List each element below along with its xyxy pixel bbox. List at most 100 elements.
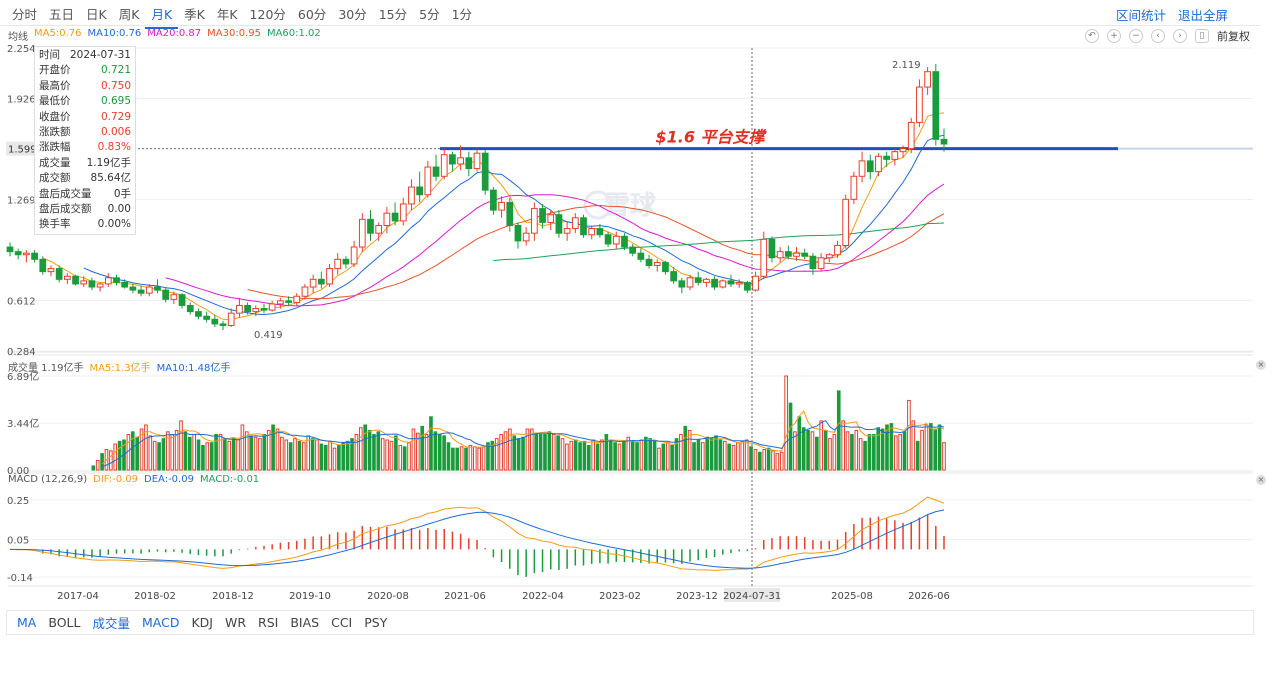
- volume-bar: [889, 423, 894, 471]
- volume-bar: [556, 435, 560, 471]
- volume-bar: [902, 431, 907, 471]
- candle-body: [113, 277, 120, 283]
- candle-body: [662, 261, 669, 273]
- candle-body: [899, 148, 907, 153]
- volume-bar: [551, 434, 556, 471]
- volume-bar: [407, 442, 411, 471]
- candle-body: [154, 286, 161, 291]
- candle-body: [391, 212, 399, 222]
- volume-bar: [464, 447, 468, 471]
- volume-bar: [402, 446, 407, 471]
- macd-legend-title: MACD (12,26,9): [8, 474, 88, 485]
- volume-bar: [661, 443, 666, 471]
- volume-bar: [367, 429, 372, 471]
- volume-bar: [358, 427, 363, 471]
- candle-body: [219, 323, 227, 326]
- indicator-tab[interactable]: WR: [219, 615, 252, 630]
- annotation-text: $1.6 平台支撑: [655, 128, 767, 147]
- volume-bar: [266, 429, 271, 471]
- axis-labels: 2.2541.9261.5991.2690.6120.2846.89亿3.44亿…: [7, 44, 950, 602]
- indicator-tab[interactable]: 成交量: [86, 613, 136, 632]
- indicator-tab[interactable]: MACD: [136, 615, 185, 630]
- info-value: 2024-07-31: [69, 49, 131, 61]
- indicator-tab[interactable]: MA: [11, 615, 42, 630]
- volume-bar: [635, 442, 639, 471]
- volume-bar: [608, 439, 613, 471]
- candle-body: [236, 304, 243, 314]
- volume-bar: [924, 424, 929, 471]
- kline-chart[interactable]: 雪球 $1.6 平台支撑 2.2541.9261.5991.2690.6120.…: [0, 0, 1280, 610]
- volume-bar: [301, 442, 306, 471]
- volume-bar: [249, 435, 253, 471]
- indicator-tab[interactable]: BOLL: [42, 615, 86, 630]
- indicator-tab[interactable]: BIAS: [284, 615, 325, 630]
- volume-bar: [872, 434, 876, 471]
- candle-body: [47, 268, 55, 273]
- candle-body: [481, 152, 489, 191]
- volume-bar: [582, 440, 587, 471]
- volume-bar: [192, 434, 196, 471]
- candle-body: [342, 258, 350, 265]
- info-row: 涨跌额 0.006: [39, 125, 131, 140]
- volume-bar: [626, 436, 631, 471]
- candle-body: [522, 232, 530, 242]
- candle-body: [277, 300, 284, 305]
- volume-bar: [275, 428, 280, 471]
- volume-bar: [109, 450, 113, 471]
- candle-body: [375, 224, 383, 234]
- volume-bar: [179, 420, 183, 471]
- candle-body: [727, 280, 735, 285]
- volume-close-icon[interactable]: ×: [1256, 360, 1266, 370]
- candle-body: [637, 252, 645, 260]
- volume-bar: [372, 434, 376, 471]
- volume-bar: [157, 442, 161, 471]
- volume-bar: [880, 428, 885, 471]
- volume-bar: [630, 440, 635, 471]
- volume-bar: [775, 453, 780, 471]
- candle-body: [866, 160, 874, 173]
- volume-bar: [437, 434, 442, 471]
- volume-bar: [183, 431, 188, 471]
- volume-bar: [516, 438, 521, 471]
- x-tick-label: 2021-06: [444, 591, 486, 602]
- volume-bar: [223, 438, 227, 471]
- candle-body: [399, 203, 407, 222]
- info-label: 开盘价: [39, 64, 71, 77]
- volume-bar: [411, 428, 416, 471]
- candle-body: [621, 235, 628, 248]
- indicator-tab[interactable]: CCI: [325, 615, 358, 630]
- volume-bar: [657, 447, 661, 471]
- info-row: 盘后成交量 0手: [39, 187, 131, 202]
- candle-body: [465, 157, 473, 170]
- candle-body: [268, 303, 276, 311]
- info-value: 0.00%: [97, 218, 131, 231]
- candle-body: [571, 217, 579, 230]
- candle-body: [449, 154, 456, 165]
- volume-bar: [271, 424, 275, 471]
- volume-bar: [429, 416, 433, 471]
- volume-bar: [209, 442, 214, 471]
- volume-bar: [854, 429, 859, 471]
- volume-bar: [258, 438, 262, 471]
- x-tick-label: 2023-02: [599, 591, 641, 602]
- volume-bar: [841, 420, 845, 471]
- volume-bar: [867, 434, 872, 471]
- candle-body: [653, 261, 661, 266]
- volume-bar: [613, 442, 617, 471]
- volume-bar: [701, 442, 705, 471]
- x-tick-label: 2023-12: [676, 591, 718, 602]
- volume-bar: [262, 434, 267, 471]
- volume-bar: [543, 434, 547, 471]
- volume-bar: [187, 436, 192, 471]
- candle-body: [252, 308, 260, 313]
- candle-body: [432, 166, 440, 177]
- indicator-tab[interactable]: KDJ: [185, 615, 219, 630]
- indicator-tab[interactable]: RSI: [252, 615, 284, 630]
- indicator-tab[interactable]: PSY: [358, 615, 393, 630]
- macd-close-icon[interactable]: ×: [1256, 475, 1266, 485]
- volume-bar: [135, 436, 139, 471]
- candle-body: [555, 214, 563, 234]
- candle-body: [850, 175, 858, 200]
- x-tick-label: 2018-02: [134, 591, 176, 602]
- volume-bar: [341, 442, 346, 471]
